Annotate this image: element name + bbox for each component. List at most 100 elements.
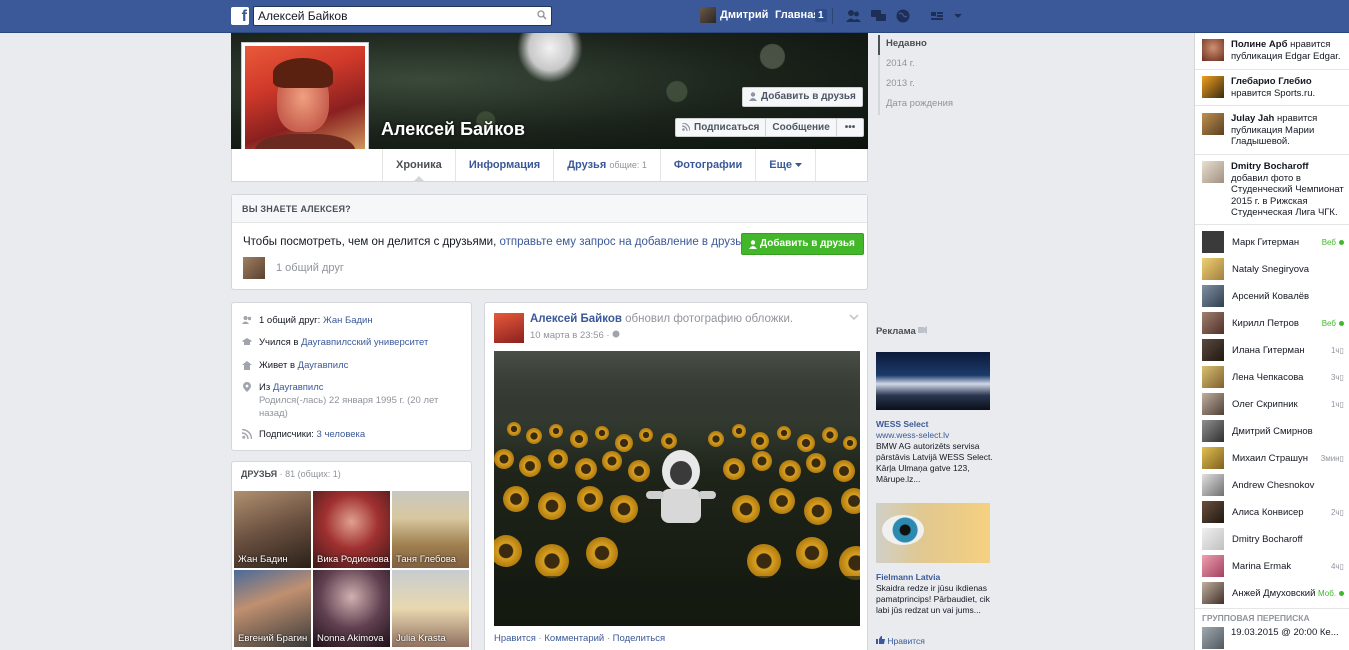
hometown-link[interactable]: Даугавпилс (273, 382, 324, 393)
ad-title[interactable]: Fielmann Latvia (876, 572, 996, 583)
year-birth[interactable]: Дата рождения (880, 95, 953, 115)
post-time-link[interactable]: 10 марта в 23:56 · (530, 330, 610, 341)
friends-grid: Жан Бадин Вика Родионова Таня Глебова Ев… (234, 491, 469, 647)
ads-title-label[interactable]: Реклама (876, 326, 916, 337)
group-conversation-item[interactable]: 19.03.2015 @ 20:00 Ке... (1202, 627, 1339, 649)
followers-link[interactable]: 3 человека (317, 429, 366, 440)
ticker-item[interactable]: Полине Арб нравится публикация Edgar Edg… (1202, 39, 1347, 62)
mutual-friend-link[interactable]: Жан Бадин (323, 315, 373, 326)
friend-tile-name: Julia Krasta (396, 633, 446, 644)
ad-like-button[interactable]: Нравится (876, 636, 925, 646)
chat-contact[interactable]: Алиса Конвисер 2ч ▯ (1202, 500, 1344, 524)
home-count-badge: 1 (815, 9, 827, 22)
education-icon (242, 338, 252, 345)
chat-contact-name: Andrew Chesnokov (1232, 479, 1315, 491)
add-friend-green-button[interactable]: Добавить в друзья (741, 233, 864, 255)
tab-more[interactable]: Еще (755, 149, 817, 181)
friend-tile[interactable]: Nonna Akimova (313, 570, 390, 647)
home-link[interactable]: Главная (775, 9, 820, 21)
friends-title[interactable]: ДРУЗЬЯ (241, 469, 277, 479)
messages-icon[interactable] (871, 9, 886, 23)
ticker-item[interactable]: Dmitry Bocharoff добавил фото в Студенче… (1202, 161, 1347, 219)
chat-status: 3мин (1320, 453, 1340, 463)
tab-friends-mutual-count: общие: 1 (609, 160, 647, 170)
thumbs-up-icon (876, 636, 885, 644)
chat-contact[interactable]: Nataly Snegiryova (1202, 257, 1344, 281)
search-input[interactable] (254, 7, 524, 25)
profile-link[interactable]: Дмитрий (700, 7, 768, 23)
tab-friends[interactable]: Друзья общие: 1 (553, 149, 660, 181)
chat-contact-name: Илана Гитерман (1232, 344, 1305, 356)
friend-tile[interactable]: Вика Родионова (313, 491, 390, 568)
send-friend-request-link[interactable]: отправьте ему запрос на добавление в дру… (499, 236, 750, 248)
chat-contact[interactable]: Михаил Страшун 3мин ▯ (1202, 446, 1344, 470)
chat-contact[interactable]: Кирилл Петров Веб (1202, 311, 1344, 335)
chat-contact-name: Михаил Страшун (1232, 452, 1309, 464)
intro-card: 1 общий друг: Жан Бадин Учился в Даугавп… (231, 302, 472, 451)
chat-contact[interactable]: Анжей Дмуховский Моб. (1202, 581, 1344, 605)
ad-title[interactable]: WESS Select (876, 419, 996, 430)
add-friend-button[interactable]: Добавить в друзья (742, 87, 863, 107)
tab-info[interactable]: Информация (454, 149, 553, 181)
chat-contact[interactable]: Илана Гитерман 1ч ▯ (1202, 338, 1344, 362)
year-2013[interactable]: 2013 г. (880, 75, 953, 95)
chat-contact[interactable]: Лена Чепкасова 3ч ▯ (1202, 365, 1344, 389)
post-author-link[interactable]: Алексей Байков (530, 313, 622, 325)
chat-status: 4ч (1330, 561, 1340, 571)
message-button[interactable]: Сообщение (766, 119, 837, 136)
intro-followers-row: Подписчики: 3 человека (242, 428, 365, 441)
ads-info-icon[interactable] (918, 326, 928, 334)
ad-image-fielmann[interactable] (876, 503, 990, 563)
chat-contact[interactable]: Дмитрий Смирнов (1202, 419, 1344, 443)
chat-contact[interactable]: Марк Гитерман Веб (1202, 230, 1344, 254)
current-city-link[interactable]: Даугавпилс (298, 360, 349, 371)
chat-contact[interactable]: Олег Скрипник 1ч ▯ (1202, 392, 1344, 416)
more-options-button[interactable]: ••• (837, 119, 864, 136)
facebook-logo-icon[interactable]: f (231, 7, 249, 25)
mutual-friends-row[interactable]: 1 общий друг (243, 257, 344, 279)
chat-contact[interactable]: Dmitry Bocharoff (1202, 527, 1344, 551)
post-options-chevron-down-icon[interactable] (849, 313, 859, 321)
notifications-globe-icon[interactable] (896, 9, 911, 23)
privacy-shortcuts-icon[interactable] (930, 9, 945, 23)
friend-tile[interactable]: Жан Бадин (234, 491, 311, 568)
add-friend-icon (749, 92, 757, 101)
ad-url[interactable]: www.wess-select.lv (876, 430, 996, 441)
comment-link[interactable]: Комментарий (544, 633, 604, 644)
university-link[interactable]: Даугавпилсский университет (301, 337, 428, 348)
timeline-year-nav: Недавно 2014 г. 2013 г. Дата рождения (878, 35, 953, 115)
profile-name[interactable]: Алексей Байков (381, 119, 525, 140)
friend-tile[interactable]: Евгений Брагин (234, 570, 311, 647)
location-pin-icon (243, 382, 251, 392)
ticker-item[interactable]: Глебарио Глебио нравится Sports.ru. (1202, 76, 1347, 99)
tab-timeline[interactable]: Хроника (382, 149, 455, 182)
ad-description: BMW AG autorizēts servisa pārstāvis Latv… (876, 441, 993, 484)
search-box[interactable] (253, 6, 552, 26)
post-actions: Нравится · Комментарий · Поделиться (494, 633, 665, 644)
mutual-friends-count[interactable]: 1 общий друг (276, 262, 344, 274)
friend-tile[interactable]: Таня Глебова (392, 491, 469, 568)
friend-requests-icon[interactable] (846, 9, 861, 23)
account-menu-chevron-down-icon[interactable] (953, 9, 963, 23)
friends-count: · 81 (общих: 1) (279, 469, 341, 479)
chat-contact[interactable]: Marina Ermak 4ч ▯ (1202, 554, 1344, 578)
post-author-avatar[interactable] (494, 313, 524, 343)
ad-image-wess[interactable] (876, 352, 990, 410)
search-icon[interactable] (537, 10, 547, 20)
like-link[interactable]: Нравится (494, 633, 536, 644)
chat-contact[interactable]: Andrew Chesnokov (1202, 473, 1344, 497)
share-link[interactable]: Поделиться (613, 633, 665, 644)
ad-description: Skaidra redze ir jūsu ikdienas pamatprin… (876, 583, 990, 615)
avatar (1202, 366, 1224, 388)
chat-contact[interactable]: Арсений Ковалёв (1202, 284, 1344, 308)
ticker-item[interactable]: Julay Jah нравится публикация Марии Глад… (1202, 113, 1347, 148)
globe-privacy-icon[interactable] (612, 330, 620, 338)
subscribe-button[interactable]: Подписаться (676, 119, 767, 136)
tab-photos[interactable]: Фотографии (659, 149, 755, 181)
year-recent[interactable]: Недавно (878, 35, 953, 55)
year-2014[interactable]: 2014 г. (880, 55, 953, 75)
subscribe-label: Подписаться (694, 122, 760, 133)
friend-tile[interactable]: Julia Krasta (392, 570, 469, 647)
post-photo[interactable] (494, 351, 860, 626)
mutual-friend-avatar[interactable] (243, 257, 265, 279)
